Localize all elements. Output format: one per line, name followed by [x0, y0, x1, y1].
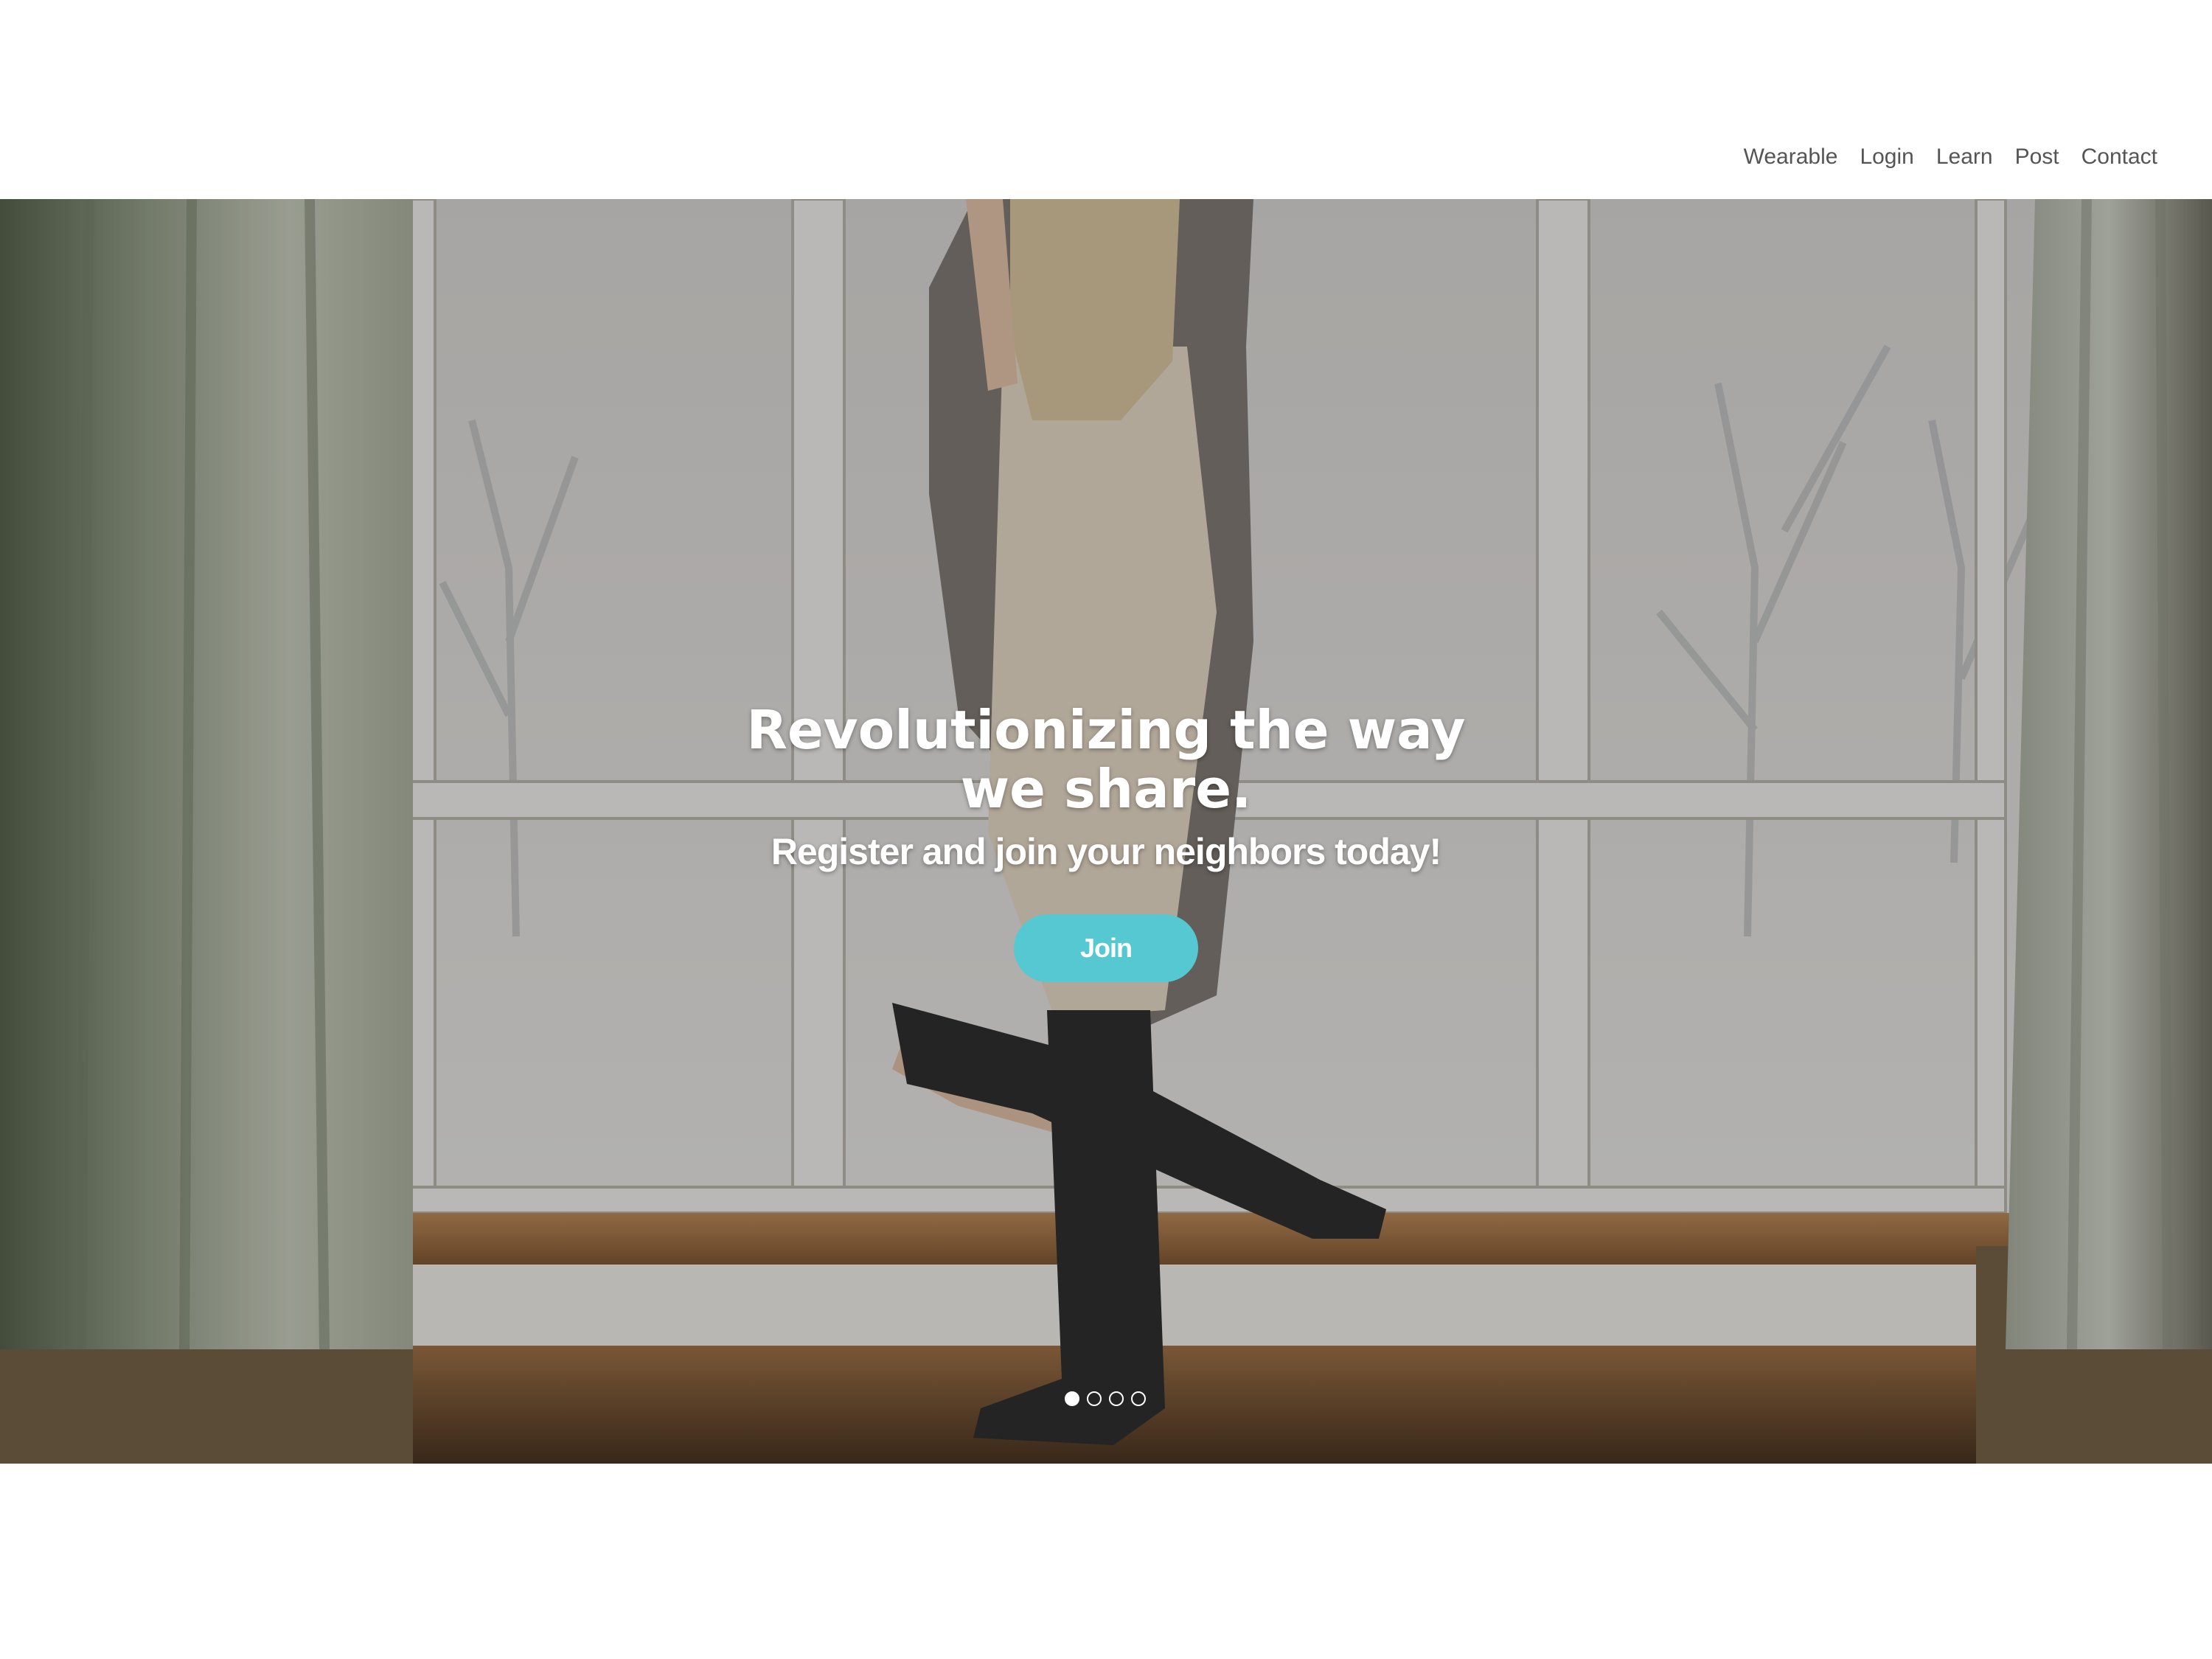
hero-carousel: Revolutionizing the way we share. Regist… — [0, 199, 2212, 1464]
nav-item-wearable[interactable]: Wearable — [1744, 145, 1838, 170]
hero-title-line-1: Revolutionizing the way — [746, 699, 1466, 761]
nav-item-contact[interactable]: Contact — [2081, 145, 2157, 170]
carousel-dot-1[interactable] — [1065, 1391, 1079, 1406]
carousel-dot-2[interactable] — [1087, 1391, 1102, 1406]
main-nav: Wearable Login Learn Post Contact — [1744, 145, 2157, 170]
carousel-dot-3[interactable] — [1109, 1391, 1124, 1406]
hero-subtitle: Register and join your neighbors today! — [771, 831, 1441, 872]
nav-item-learn[interactable]: Learn — [1936, 145, 1993, 170]
nav-item-post[interactable]: Post — [2015, 145, 2059, 170]
carousel-indicators — [1065, 1391, 1146, 1406]
site-header: Wearable Login Learn Post Contact — [0, 0, 2212, 199]
join-button[interactable]: Join — [1014, 914, 1198, 982]
hero-title-line-2: we share. — [960, 758, 1252, 820]
nav-item-login[interactable]: Login — [1860, 145, 1913, 170]
hero-content: Revolutionizing the way we share. Regist… — [0, 199, 2212, 1464]
carousel-dot-4[interactable] — [1131, 1391, 1146, 1406]
hero-title: Revolutionizing the way we share. — [0, 700, 2212, 818]
landing-page: Wearable Login Learn Post Contact Revolu… — [0, 0, 2212, 1659]
